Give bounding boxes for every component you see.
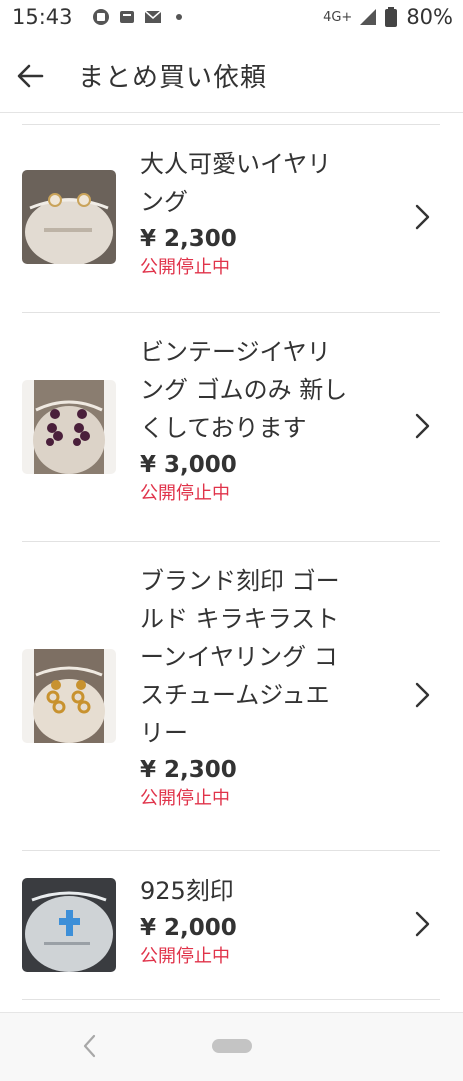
- home-pill-icon[interactable]: [212, 1039, 252, 1053]
- notification-icons: [92, 8, 188, 26]
- page-title: まとめ買い依頼: [78, 63, 268, 93]
- app-header: まとめ買い依頼: [0, 40, 463, 113]
- item-thumbnail: [22, 878, 116, 972]
- item-price: ¥ 3,000: [140, 452, 237, 478]
- item-price: ¥ 2,300: [140, 226, 237, 252]
- list-item[interactable]: ブランド刻印 ゴー ルド キラキラスト ーンイヤリング コ スチュームジュエ リ…: [22, 542, 440, 851]
- item-list: 大人可愛いイヤリ ング ¥ 2,300 公開停止中 ビンテージイヤリ ング ゴム…: [0, 112, 463, 1000]
- list-item[interactable]: 大人可愛いイヤリ ング ¥ 2,300 公開停止中: [22, 125, 440, 313]
- item-name: ブランド刻印 ゴー ルド キラキラスト ーンイヤリング コ スチュームジュエ リ…: [140, 567, 340, 747]
- item-thumbnail: [22, 380, 116, 474]
- battery-icon: [382, 7, 400, 27]
- battery-percent: 80%: [406, 5, 453, 29]
- nav-back-icon[interactable]: [80, 1033, 100, 1059]
- item-name: ビンテージイヤリ ング ゴムのみ 新し くしております: [140, 338, 348, 442]
- signal-icon: [358, 8, 377, 26]
- item-price: ¥ 2,300: [140, 757, 237, 783]
- item-name: 大人可愛いイヤリ ング: [140, 150, 332, 216]
- item-thumbnail: [22, 170, 116, 264]
- chevron-right-icon: [412, 909, 432, 939]
- list-item[interactable]: 925刻印 ¥ 2,000 公開停止中: [22, 851, 440, 1000]
- chevron-right-icon: [412, 202, 432, 232]
- status-bar: 15:43 4G+ 80%: [0, 0, 463, 40]
- network-label: 4G+: [323, 9, 353, 25]
- system-nav-bar: [0, 1012, 463, 1081]
- status-time: 15:43: [12, 5, 73, 29]
- status-right: 4G+ 80%: [323, 5, 453, 29]
- item-status: 公開停止中: [140, 788, 230, 809]
- app-notification-icon: [118, 8, 136, 26]
- dot-icon: [170, 8, 188, 26]
- list-item[interactable]: ビンテージイヤリ ング ゴムのみ 新し くしております ¥ 3,000 公開停止…: [22, 313, 440, 542]
- item-status: 公開停止中: [140, 257, 230, 278]
- sim-icon: [92, 8, 110, 26]
- item-name: 925刻印: [140, 877, 234, 905]
- chevron-right-icon: [412, 411, 432, 441]
- back-button[interactable]: [16, 62, 56, 90]
- chevron-right-icon: [412, 680, 432, 710]
- item-price: ¥ 2,000: [140, 915, 237, 941]
- back-arrow-icon: [17, 64, 44, 88]
- item-status: 公開停止中: [140, 483, 230, 504]
- item-status: 公開停止中: [140, 946, 230, 967]
- item-thumbnail: [22, 649, 116, 743]
- list-top-divider: [22, 112, 440, 125]
- mail-icon: [144, 8, 162, 26]
